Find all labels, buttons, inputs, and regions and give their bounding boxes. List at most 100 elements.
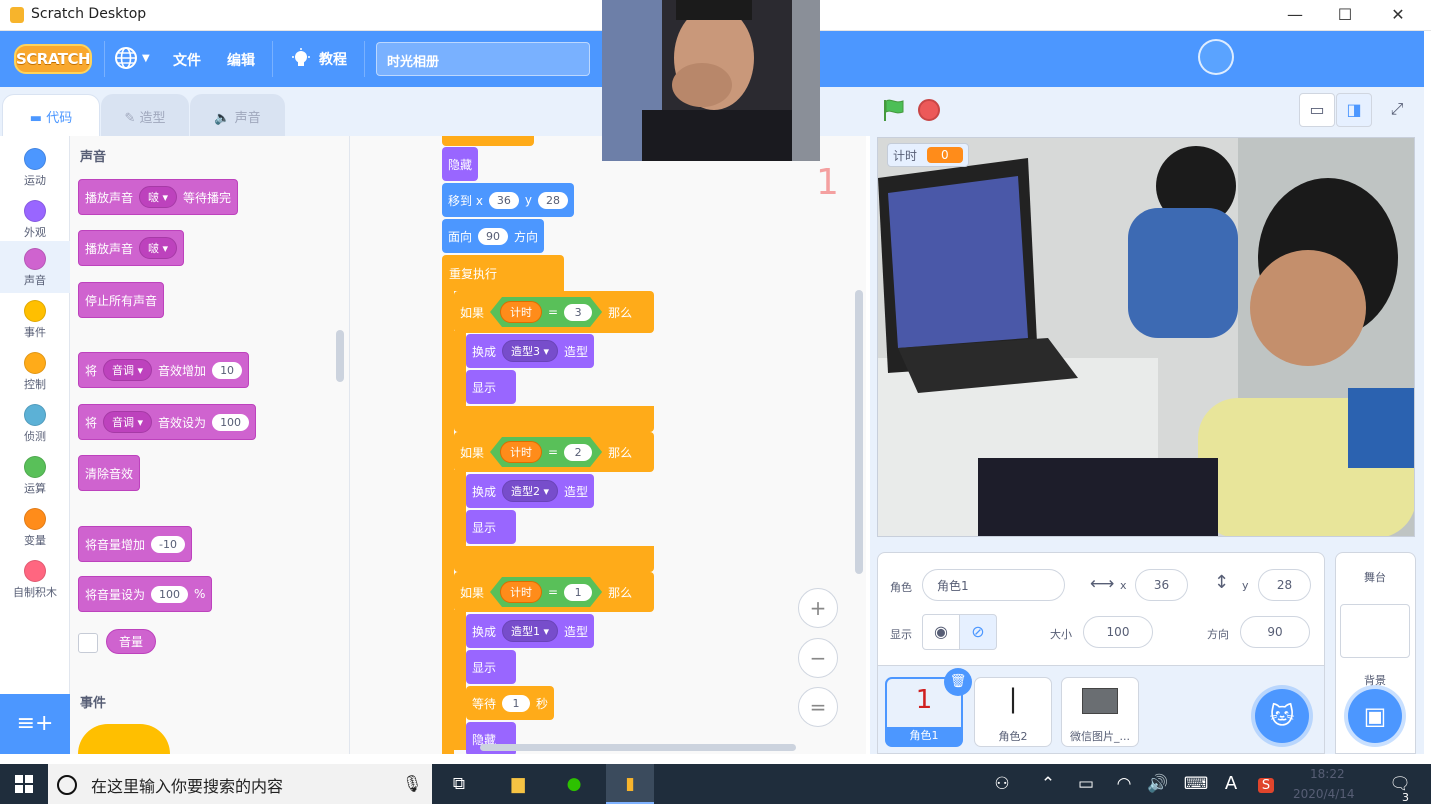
timer-variable[interactable]: 计时 bbox=[500, 441, 542, 463]
show-block[interactable]: 显示 bbox=[466, 370, 516, 404]
sprite-thumb-3[interactable]: 微信图片_... bbox=[1061, 677, 1139, 747]
compare-input[interactable]: 3 bbox=[564, 304, 592, 321]
palette-scrollbar[interactable] bbox=[336, 330, 344, 382]
compare-input[interactable]: 2 bbox=[564, 444, 592, 461]
set-volume-block[interactable]: 将音量设为 100 % bbox=[78, 576, 213, 612]
wait-block[interactable]: 等待 1 秒 bbox=[466, 686, 555, 720]
category-events[interactable]: 事件 bbox=[0, 293, 70, 345]
task-view-button[interactable]: ⧉ bbox=[435, 764, 483, 804]
change-volume-block[interactable]: 将音量增加 -10 bbox=[78, 526, 192, 562]
compare-input[interactable]: 1 bbox=[564, 584, 592, 601]
project-title-input[interactable]: 时光相册 bbox=[376, 42, 590, 76]
size-input[interactable]: 100 bbox=[1083, 616, 1153, 648]
switch-costume-block[interactable]: 换成 造型2 ▾ 造型 bbox=[466, 474, 595, 508]
delete-sprite-button[interactable]: 🗑 bbox=[944, 668, 972, 696]
zoom-out-button[interactable]: − bbox=[798, 638, 838, 678]
show-sprite-button[interactable]: ◉ bbox=[922, 614, 960, 650]
set-effect-block[interactable]: 将 音调 ▾ 音效设为 100 bbox=[78, 404, 257, 440]
change-effect-block[interactable]: 将 音调 ▾ 音效增加 10 bbox=[78, 352, 250, 388]
effect-dropdown[interactable]: 音调 ▾ bbox=[103, 411, 153, 433]
language-menu[interactable]: ▼ bbox=[114, 46, 150, 70]
category-my-blocks[interactable]: 自制积木 bbox=[0, 553, 70, 605]
choose-sprite-button[interactable]: 🐱 bbox=[1255, 689, 1309, 743]
category-sound[interactable]: 声音 bbox=[0, 241, 70, 293]
tab-costumes[interactable]: ✎ 造型 bbox=[101, 94, 189, 136]
direction-input[interactable]: 90 bbox=[1240, 616, 1310, 648]
go-to-xy-block[interactable]: 移到 x 36 y 28 bbox=[442, 183, 575, 217]
timer-monitor[interactable]: 计时 0 bbox=[887, 143, 969, 167]
point-in-direction-block[interactable]: 面向 90 方向 bbox=[442, 219, 545, 253]
costume-dropdown[interactable]: 造型2 ▾ bbox=[502, 480, 559, 502]
x-input[interactable]: 36 bbox=[488, 191, 519, 209]
notification-center-button[interactable]: 🗨 3 bbox=[1380, 764, 1420, 804]
stop-button[interactable] bbox=[918, 99, 940, 121]
effect-dropdown[interactable]: 音调 ▾ bbox=[103, 359, 153, 381]
sound-dropdown[interactable]: 啵 ▾ bbox=[139, 237, 178, 259]
close-button[interactable]: ✕ bbox=[1383, 4, 1413, 26]
taskbar-search-input[interactable]: 在这里输入你要搜索的内容 bbox=[48, 764, 432, 804]
maximize-button[interactable]: ☐ bbox=[1330, 4, 1360, 26]
microphone-icon[interactable]: 🎙 bbox=[402, 774, 422, 793]
switch-costume-block[interactable]: 换成 造型3 ▾ 造型 bbox=[466, 334, 595, 368]
category-control[interactable]: 控制 bbox=[0, 345, 70, 397]
volume-monitor-checkbox[interactable] bbox=[78, 633, 98, 653]
sprite-thumb-2[interactable]: | 角色2 bbox=[974, 677, 1052, 747]
zoom-reset-button[interactable]: = bbox=[798, 687, 838, 727]
category-looks[interactable]: 外观 bbox=[0, 193, 70, 245]
small-stage-button[interactable]: ▭ bbox=[1299, 93, 1335, 127]
add-extension-button[interactable]: ≡+ bbox=[0, 694, 70, 754]
volume-set-input[interactable]: 100 bbox=[151, 585, 189, 603]
sound-dropdown[interactable]: 啵 ▾ bbox=[139, 186, 178, 208]
direction-input[interactable]: 90 bbox=[478, 227, 509, 245]
category-motion[interactable]: 运动 bbox=[0, 141, 70, 193]
stage-thumbnail[interactable] bbox=[1340, 604, 1410, 658]
timer-variable[interactable]: 计时 bbox=[500, 581, 542, 603]
costume-dropdown[interactable]: 造型3 ▾ bbox=[502, 340, 559, 362]
people-icon[interactable]: ⚇ bbox=[982, 764, 1022, 804]
file-explorer-button[interactable]: ▆ bbox=[494, 764, 542, 804]
keyboard-icon[interactable]: ⌨ bbox=[1178, 764, 1214, 804]
sprite-name-input[interactable]: 角色1 bbox=[922, 569, 1065, 601]
volume-reporter[interactable]: 音量 bbox=[106, 629, 157, 654]
effect-value-input[interactable]: 100 bbox=[212, 413, 250, 431]
category-variables[interactable]: 变量 bbox=[0, 501, 70, 553]
script-vertical-scrollbar[interactable] bbox=[855, 290, 863, 574]
account-avatar[interactable] bbox=[1198, 39, 1234, 75]
sogou-ime-icon[interactable]: S bbox=[1248, 764, 1284, 804]
equals-operator[interactable]: 计时 = 3 bbox=[490, 297, 602, 327]
hide-sprite-button[interactable]: ⊘ bbox=[959, 614, 997, 650]
battery-icon[interactable]: ▭ bbox=[1068, 764, 1104, 804]
scratch-logo[interactable]: SCRATCH bbox=[14, 44, 92, 74]
category-sensing[interactable]: 侦测 bbox=[0, 397, 70, 449]
normal-stage-button[interactable]: ◨ bbox=[1336, 93, 1372, 127]
hide-block[interactable]: 隐藏 bbox=[442, 147, 479, 181]
script-horizontal-scrollbar[interactable] bbox=[480, 744, 796, 751]
fullscreen-button[interactable]: ⤢ bbox=[1379, 93, 1415, 127]
y-input[interactable]: 28 bbox=[1258, 569, 1311, 601]
timer-variable[interactable]: 计时 bbox=[500, 301, 542, 323]
wifi-icon[interactable]: ◠ bbox=[1106, 764, 1142, 804]
green-flag-button[interactable] bbox=[882, 98, 906, 128]
volume-icon[interactable]: 🔊 bbox=[1140, 764, 1176, 804]
forever-block[interactable]: 重复执行 bbox=[442, 255, 564, 291]
stage-canvas[interactable] bbox=[877, 137, 1415, 537]
clear-effects-block[interactable]: 清除音效 bbox=[78, 455, 141, 491]
effect-value-input[interactable]: 10 bbox=[212, 361, 243, 379]
play-sound-until-done-block[interactable]: 播放声音 啵 ▾ 等待播完 bbox=[78, 179, 239, 215]
windows-start-button[interactable] bbox=[0, 764, 48, 804]
scratch-taskbar-button[interactable]: ▮ bbox=[606, 764, 654, 804]
costume-dropdown[interactable]: 造型1 ▾ bbox=[502, 620, 559, 642]
wechat-button[interactable]: ● bbox=[550, 764, 598, 804]
wait-seconds-input[interactable]: 1 bbox=[502, 694, 531, 712]
tab-code[interactable]: ▬ 代码 bbox=[2, 94, 100, 136]
tutorials-menu[interactable]: 教程 bbox=[291, 48, 347, 70]
zoom-in-button[interactable]: + bbox=[798, 588, 838, 628]
stop-all-sounds-block[interactable]: 停止所有声音 bbox=[78, 282, 165, 318]
choose-backdrop-button[interactable]: ▣ bbox=[1348, 689, 1402, 743]
script-area[interactable]: 隐藏 移到 x 36 y 28 面向 90 方向 重复执行 如果 计时 = 3 bbox=[350, 136, 866, 754]
x-input[interactable]: 36 bbox=[1135, 569, 1188, 601]
start-sound-block[interactable]: 播放声音 啵 ▾ bbox=[78, 230, 185, 266]
volume-change-input[interactable]: -10 bbox=[151, 535, 185, 553]
chevron-up-icon[interactable]: ⌃ bbox=[1030, 764, 1066, 804]
clock-time[interactable]: 18:22 bbox=[1310, 767, 1345, 781]
